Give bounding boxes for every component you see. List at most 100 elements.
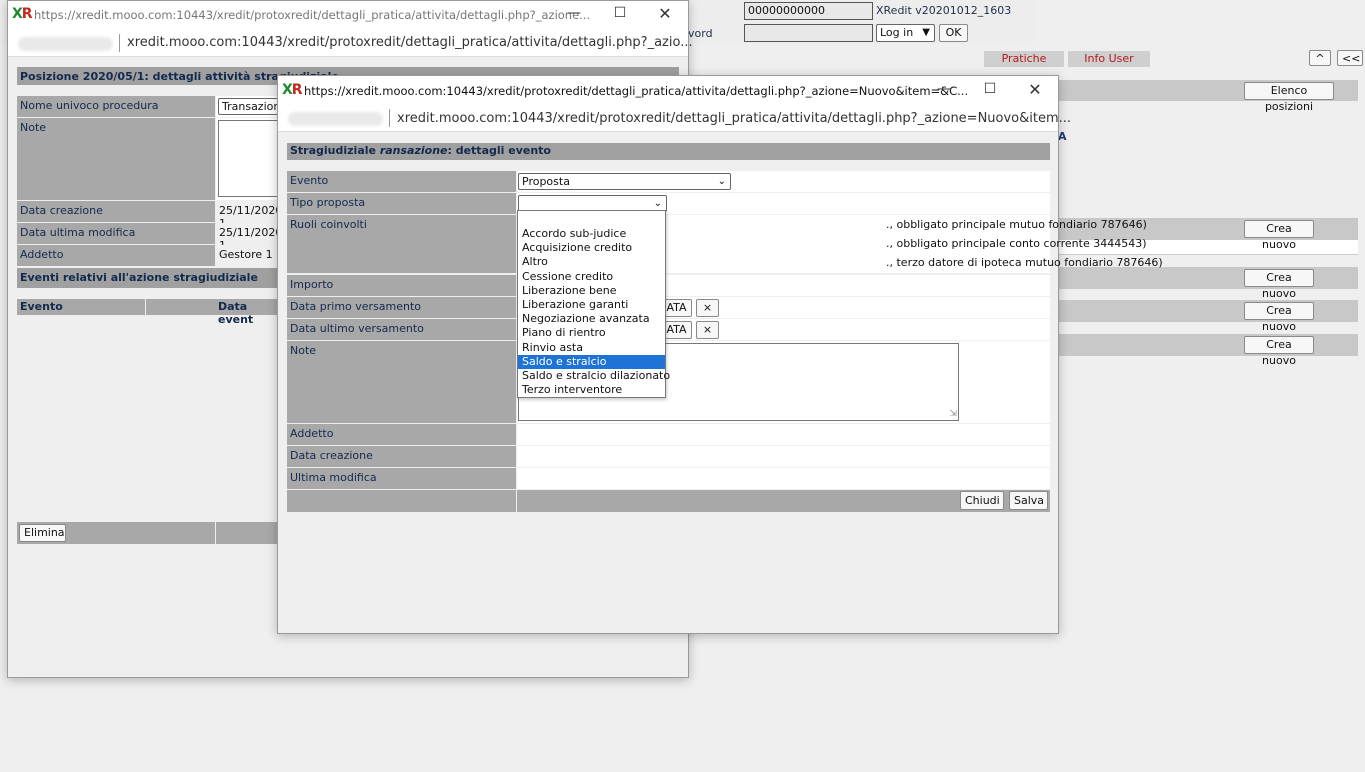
maximize-icon[interactable]: ☐ xyxy=(981,81,999,97)
front-window-titlebar: XR https://xredit.mooo.com:10443/xredit/… xyxy=(278,76,1058,104)
lock-icon xyxy=(288,112,383,126)
chevron-down-icon: ⌄ xyxy=(653,198,662,209)
dropdown-option-selected[interactable]: Saldo e stralcio xyxy=(518,354,665,369)
login-select[interactable]: Log in ▼ xyxy=(876,24,935,42)
ultima-modifica-label: Ultima modifica xyxy=(287,468,516,489)
data-ultimo-calendar-button[interactable]: ATA xyxy=(662,321,692,339)
version-label: XRedit v20201012_1603 xyxy=(876,4,1012,17)
note-cell xyxy=(216,118,286,200)
maximize-icon[interactable]: ☐ xyxy=(611,5,629,21)
dropdown-option[interactable] xyxy=(518,211,665,227)
data-ultimo-clear-button[interactable]: × xyxy=(696,321,719,339)
col-evento: Evento xyxy=(17,299,145,315)
dropdown-option[interactable]: Rinvio asta xyxy=(518,341,665,355)
ruolo-item[interactable]: ., terzo datore di ipoteca mutuo fondiar… xyxy=(886,253,1163,272)
back-window-titlebar: XR https://xredit.mooo.com:10443/xredit/… xyxy=(8,1,688,29)
tipo-proposta-dropdown-list[interactable]: Accordo sub-judice Acquisizione credito … xyxy=(517,210,670,398)
data-modifica-value: 25/11/2020 1 xyxy=(216,223,286,252)
col-data-evento: Data event xyxy=(146,299,286,326)
front-window-header: Stragiudiziale ransazione: dettagli even… xyxy=(287,143,1050,160)
minimize-icon[interactable]: — xyxy=(565,5,583,21)
dropdown-option[interactable]: Acquisizione credito xyxy=(518,241,665,255)
dropdown-option[interactable]: Accordo sub-judice xyxy=(518,227,665,241)
note-textarea[interactable] xyxy=(218,120,284,197)
ruolo-item[interactable]: ., obbligato principale conto corrente 3… xyxy=(886,234,1147,253)
crea-nuovo-button-1[interactable]: Crea nuovo xyxy=(1244,220,1314,251)
data-primo-label: Data primo versamento xyxy=(287,297,516,318)
salva-button[interactable]: Salva xyxy=(1009,491,1048,510)
addetto-label: Addetto xyxy=(17,245,215,266)
dropdown-option[interactable]: Cessione credito xyxy=(518,270,665,284)
data-creazione-value xyxy=(517,446,1050,467)
ultima-modifica-value xyxy=(517,468,1050,489)
evento-select[interactable]: Proposta ⌄ xyxy=(518,173,731,190)
dropdown-option[interactable]: Negoziazione avanzata xyxy=(518,312,665,326)
elenco-posizioni-button[interactable]: Elenco posizioni xyxy=(1244,82,1334,113)
tipo-proposta-label: Tipo proposta xyxy=(287,193,516,214)
menu-info-user[interactable]: Info User xyxy=(1068,51,1150,67)
evento-select-value: Proposta xyxy=(522,175,570,188)
chiudi-button[interactable]: Chiudi xyxy=(960,491,1004,510)
ok-button[interactable]: OK xyxy=(939,24,968,42)
ruolo-item[interactable]: ., obbligato principale mutuo fondiario … xyxy=(886,215,1147,234)
divider xyxy=(119,34,120,52)
data-creazione-label: Data creazione xyxy=(17,201,215,222)
xr-logo-icon: XR xyxy=(12,6,33,22)
data-modifica-label: Data ultima modifica xyxy=(17,223,215,244)
front-window-addressbar: xredit.mooo.com:10443/xredit/protoxredit… xyxy=(278,104,1071,132)
ruoli-label: Ruoli coinvolti xyxy=(287,215,516,273)
close-icon[interactable]: ✕ xyxy=(656,4,674,23)
xr-logo-icon: XR xyxy=(282,82,303,98)
header-italic: ransazione xyxy=(379,144,448,157)
nav-up-button[interactable]: ^ xyxy=(1309,50,1331,66)
dropdown-option[interactable]: Liberazione garanti xyxy=(518,298,665,312)
dropdown-option[interactable]: Saldo e stralcio dilazionato xyxy=(518,369,670,383)
nav-back-button[interactable]: << xyxy=(1337,50,1363,66)
front-popup-window: XR https://xredit.mooo.com:10443/xredit/… xyxy=(277,75,1163,634)
addetto-value xyxy=(517,424,1050,445)
back-window-addressbar: xredit.mooo.com:10443/xredit/protoxredit… xyxy=(8,29,693,57)
note-label: Note xyxy=(287,341,516,423)
login-select-value: Log in xyxy=(880,26,914,39)
evento-label: Evento xyxy=(287,171,516,192)
close-icon[interactable]: ✕ xyxy=(1026,80,1044,99)
menu-pratiche[interactable]: Pratiche xyxy=(984,51,1064,67)
events-header: Eventi relativi all'azione stragiudizial… xyxy=(17,268,285,288)
nome-label: Nome univoco procedura xyxy=(17,96,215,117)
data-primo-calendar-button[interactable]: ATA xyxy=(662,299,692,317)
dropdown-option[interactable]: Piano di rientro xyxy=(518,326,665,340)
elimina-button[interactable]: Elimina xyxy=(19,524,66,542)
addetto-value: Gestore 1 xyxy=(216,245,286,266)
password-field[interactable] xyxy=(744,24,873,42)
crea-nuovo-button-4[interactable]: Crea nuovo xyxy=(1244,336,1314,367)
chevron-down-icon: ⌄ xyxy=(717,176,726,187)
crea-nuovo-button-3[interactable]: Crea nuovo xyxy=(1244,302,1314,333)
front-window-address[interactable]: xredit.mooo.com:10443/xredit/protoxredit… xyxy=(397,111,1071,126)
minimize-icon[interactable]: — xyxy=(935,81,953,97)
front-window-title: https://xredit.mooo.com:10443/xredit/pro… xyxy=(304,84,969,98)
note-label: Note xyxy=(17,118,215,200)
data-creazione-label: Data creazione xyxy=(287,446,516,467)
back-window-title: https://xredit.mooo.com:10443/xredit/pro… xyxy=(34,8,591,22)
importo-label: Importo xyxy=(287,275,516,296)
nome-value-cell: Transazione xyxy=(216,96,286,117)
data-ultimo-label: Data ultimo versamento xyxy=(287,319,516,340)
dropdown-option[interactable]: Altro xyxy=(518,255,665,269)
data-primo-clear-button[interactable]: × xyxy=(696,299,719,317)
header-prefix: Stragiudiziale xyxy=(290,144,380,157)
dropdown-option[interactable]: Terzo interventore xyxy=(518,383,665,397)
account-field[interactable]: 00000000000 xyxy=(744,2,873,20)
elimina-row-right xyxy=(216,522,286,544)
resize-handle-icon[interactable]: ⇲ xyxy=(949,410,957,419)
chevron-down-icon: ▼ xyxy=(922,27,930,38)
nome-select[interactable]: Transazione xyxy=(218,98,284,115)
dropdown-option[interactable]: Liberazione bene xyxy=(518,284,665,298)
crea-nuovo-button-2[interactable]: Crea nuovo xyxy=(1244,269,1314,300)
actions-row-left xyxy=(287,490,516,512)
divider xyxy=(389,109,390,127)
header-suffix: : dettagli evento xyxy=(447,144,551,157)
back-window-address[interactable]: xredit.mooo.com:10443/xredit/protoxredit… xyxy=(127,35,693,50)
addetto-label: Addetto xyxy=(287,424,516,445)
fragment-letter: A xyxy=(1058,130,1067,143)
lock-icon xyxy=(18,37,113,51)
